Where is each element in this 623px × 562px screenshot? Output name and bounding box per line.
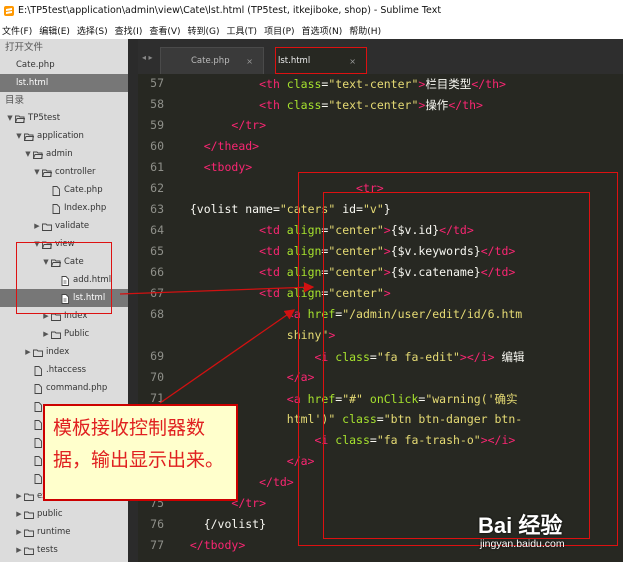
baidu-jingyan-watermark: Bai 经验 jingyan.baidu.com	[478, 508, 618, 556]
watermark-url: jingyan.baidu.com	[480, 538, 565, 550]
annotation-callout: 模板接收控制器数据，输出显示出来。	[43, 404, 238, 501]
arrow-sidebar-to-code	[119, 282, 315, 295]
watermark-brand: Bai 经验	[478, 513, 563, 538]
arrow-callout-to-code	[159, 309, 296, 404]
